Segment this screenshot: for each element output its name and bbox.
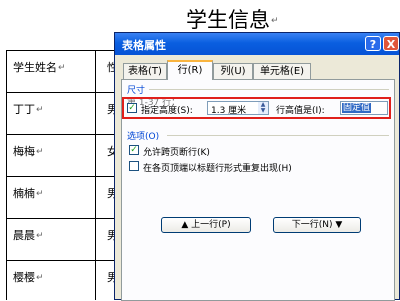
row-height-type-label: 行高值是(I): [276, 106, 325, 116]
dialog-title: 表格属性 [122, 39, 166, 52]
height-value: 1.3 厘米 [211, 106, 247, 116]
tab-table[interactable]: 表格(T) [123, 63, 167, 79]
next-row-button[interactable]: 下一行(N) ▼ [273, 217, 361, 233]
table-cell-name[interactable]: 晨晨↵ [13, 227, 44, 243]
paragraph-mark: ↵ [271, 16, 279, 26]
row-height-type-value: 固定值 [342, 103, 372, 113]
tab-row[interactable]: 行(R) [167, 60, 213, 80]
previous-row-button[interactable]: ▲ 上一行(P) [161, 217, 251, 233]
table-properties-dialog: 表格属性 ? X 表格(T) 行(R) 列(U) 单元格(E) 尺寸 第 1-3… [114, 32, 400, 301]
document-title: 学生信息↵ [186, 8, 279, 32]
options-section-label: 选项(O) [127, 132, 160, 142]
table-cell-name[interactable]: 丁丁↵ [13, 101, 44, 117]
up-arrow-icon: ▲ [181, 220, 192, 230]
allow-break-checkbox[interactable]: ✓ [129, 145, 139, 155]
options-section-divider [167, 135, 389, 136]
size-section-divider [149, 89, 389, 90]
spinner-arrows-icon[interactable]: ▲ ▼ [258, 102, 268, 114]
specify-height-label: 指定高度(S): [141, 106, 193, 116]
height-spinner[interactable]: 1.3 厘米 ▲ ▼ [207, 101, 269, 116]
allow-break-label: 允许跨页断行(K) [143, 148, 210, 158]
down-arrow-icon: ▼ [332, 220, 343, 230]
close-button[interactable]: X [383, 36, 399, 51]
repeat-header-checkbox[interactable] [129, 161, 139, 171]
help-button[interactable]: ? [365, 36, 381, 51]
specify-height-checkbox[interactable]: ✓ [127, 103, 137, 113]
table-cell-name[interactable]: 樱樱↵ [13, 269, 44, 285]
tab-column[interactable]: 列(U) [213, 63, 253, 79]
dialog-titlebar[interactable]: 表格属性 ? X [115, 33, 399, 55]
repeat-header-label: 在各页顶端以标题行形式重复出现(H) [143, 164, 292, 174]
table-cell-name[interactable]: 楠楠↵ [13, 185, 44, 201]
table-cell-name[interactable]: 学生姓名↵ [13, 59, 66, 75]
tab-cell[interactable]: 单元格(E) [253, 63, 311, 79]
table-cell-name[interactable]: 梅梅↵ [13, 143, 44, 159]
row-height-type-select[interactable]: 固定值 [340, 101, 388, 115]
